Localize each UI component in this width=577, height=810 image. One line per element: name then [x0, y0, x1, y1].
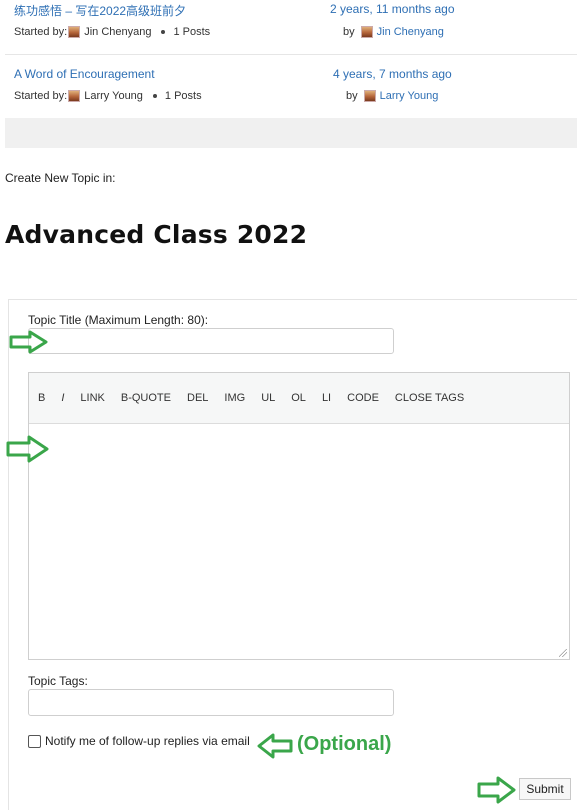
- submit-button[interactable]: Submit: [519, 778, 571, 800]
- avatar[interactable]: [68, 90, 81, 102]
- italic-button[interactable]: I: [61, 392, 64, 404]
- topic-meta: Started by: Jin Chenyang 1 Posts: [14, 26, 210, 38]
- li-button[interactable]: LI: [322, 392, 331, 404]
- topic-tags-label: Topic Tags:: [28, 674, 88, 688]
- resize-grip-icon[interactable]: [559, 649, 567, 657]
- topic-tags-input[interactable]: [28, 689, 394, 716]
- freshness-link[interactable]: 2 years, 11 months ago: [330, 2, 455, 16]
- notify-label[interactable]: Notify me of follow-up replies via email: [45, 734, 250, 748]
- content-textarea[interactable]: [29, 424, 569, 659]
- freshness-link[interactable]: 4 years, 7 months ago: [333, 67, 452, 81]
- code-button[interactable]: CODE: [347, 392, 379, 404]
- topic-title-label: Topic Title (Maximum Length: 80):: [28, 313, 209, 327]
- arrow-left-icon: [257, 733, 293, 759]
- by-label: by: [346, 90, 358, 102]
- avatar[interactable]: [68, 26, 81, 38]
- create-topic-label: Create New Topic in:: [5, 171, 116, 185]
- ul-button[interactable]: UL: [261, 392, 275, 404]
- editor-toolbar: B I LINK B-QUOTE DEL IMG UL OL LI CODE C…: [29, 373, 569, 424]
- topic-title-link[interactable]: A Word of Encouragement: [14, 67, 155, 81]
- content-editor: B I LINK B-QUOTE DEL IMG UL OL LI CODE C…: [28, 372, 570, 660]
- last-poster: by Jin Chenyang: [343, 26, 444, 38]
- link-button[interactable]: LINK: [80, 392, 104, 404]
- topic-list-footer: [5, 118, 577, 148]
- last-poster-name[interactable]: Larry Young: [380, 90, 439, 102]
- close-tags-button[interactable]: CLOSE TAGS: [395, 392, 464, 404]
- bullet-separator: [161, 30, 166, 34]
- author-name[interactable]: Larry Young: [84, 90, 143, 102]
- topic-row: 练功感悟 – 写在2022高级班前夕 Started by: Jin Cheny…: [5, 0, 577, 55]
- started-by-label: Started by:: [14, 26, 68, 38]
- topic-title-input[interactable]: [28, 328, 394, 354]
- arrow-right-icon: [9, 330, 48, 354]
- last-poster: by Larry Young: [346, 90, 438, 102]
- by-label: by: [343, 26, 355, 38]
- blockquote-button[interactable]: B-QUOTE: [121, 392, 171, 404]
- author-name[interactable]: Jin Chenyang: [84, 26, 151, 38]
- forum-title: Advanced Class 2022: [5, 220, 308, 249]
- notify-option: Notify me of follow-up replies via email: [28, 734, 250, 748]
- started-by-label: Started by:: [14, 90, 68, 102]
- post-count: 1 Posts: [164, 90, 202, 102]
- topic-row: A Word of Encouragement Started by: Larr…: [5, 55, 577, 119]
- ol-button[interactable]: OL: [291, 392, 306, 404]
- notify-checkbox[interactable]: [28, 734, 41, 748]
- bullet-separator: [152, 94, 157, 98]
- topic-title-link[interactable]: 练功感悟 – 写在2022高级班前夕: [14, 2, 186, 19]
- arrow-right-icon: [477, 776, 516, 804]
- arrow-right-icon: [6, 435, 49, 463]
- bold-button[interactable]: B: [38, 392, 45, 404]
- avatar[interactable]: [363, 90, 376, 102]
- optional-annotation: (Optional): [297, 733, 392, 755]
- post-count: 1 Posts: [173, 26, 211, 38]
- img-button[interactable]: IMG: [224, 392, 245, 404]
- last-poster-name[interactable]: Jin Chenyang: [377, 26, 444, 38]
- avatar[interactable]: [360, 26, 373, 38]
- del-button[interactable]: DEL: [187, 392, 208, 404]
- topic-meta: Started by: Larry Young 1 Posts: [14, 90, 202, 102]
